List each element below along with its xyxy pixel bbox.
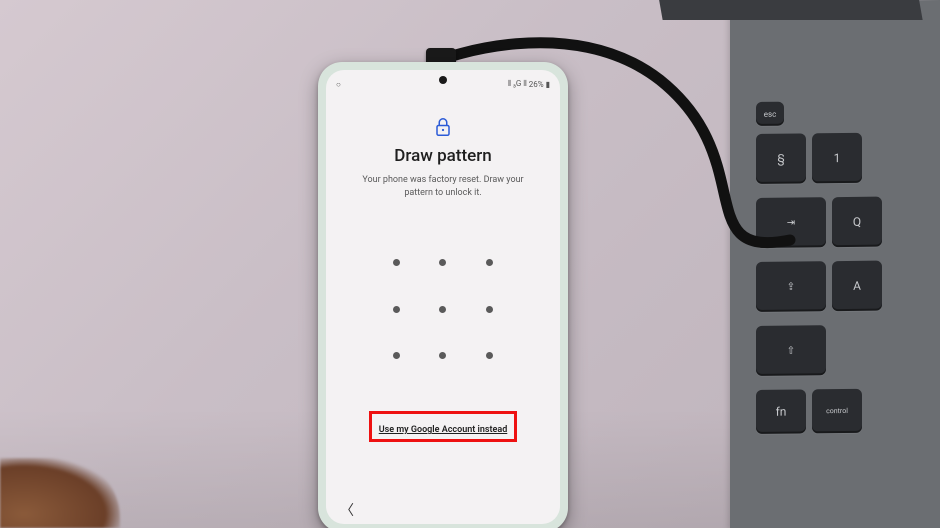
battery-icon: ▮ [546,80,550,89]
pattern-dot[interactable] [393,306,400,313]
page-subtitle: Your phone was factory reset. Draw your … [334,174,551,199]
pattern-dot[interactable] [439,352,446,359]
laptop-hinge [657,0,922,20]
laptop: esc § 1 ⇥ Q ⇪ A ⇧ fn control [730,0,940,528]
pattern-dot[interactable] [393,259,400,266]
key-q[interactable]: Q [832,197,882,248]
pattern-grid[interactable] [373,239,513,379]
key-esc[interactable]: esc [756,102,784,126]
keyboard: esc § 1 ⇥ Q ⇪ A ⇧ fn control [750,100,940,482]
status-left-icon: ○ [336,80,341,89]
key-section[interactable]: § [756,133,806,184]
lock-icon [434,116,452,138]
key-a[interactable]: A [832,261,882,312]
pattern-dot[interactable] [439,259,446,266]
pattern-dot[interactable] [393,352,400,359]
phone-device: ○ ⫴ ₃G ⫴ 26% ▮ Draw pattern [318,62,568,528]
key-1[interactable]: 1 [812,133,862,184]
key-caps[interactable]: ⇪ [756,261,826,312]
key-shift[interactable]: ⇧ [756,325,826,376]
pattern-dot[interactable] [486,352,493,359]
pattern-dot[interactable] [486,306,493,313]
back-chevron-icon[interactable]: 〈 [340,500,354,520]
lock-screen-content: Draw pattern Your phone was factory rese… [326,94,560,496]
phone-screen: ○ ⫴ ₃G ⫴ 26% ▮ Draw pattern [326,70,560,524]
page-title: Draw pattern [394,146,491,166]
key-tab[interactable]: ⇥ [756,197,826,248]
pattern-dot[interactable] [439,306,446,313]
key-fn[interactable]: fn [756,389,806,434]
key-control[interactable]: control [812,389,862,434]
signal-icon: ⫴ ₃G ⫴ [508,79,527,89]
scene-photo: esc § 1 ⇥ Q ⇪ A ⇧ fn control [0,0,940,528]
battery-percent: 26% [529,80,544,89]
alt-link-container: Use my Google Account instead [371,413,516,440]
use-google-account-link[interactable]: Use my Google Account instead [379,425,508,435]
pattern-dot[interactable] [486,259,493,266]
nav-bar: 〈 [326,496,560,524]
front-camera [439,76,447,84]
